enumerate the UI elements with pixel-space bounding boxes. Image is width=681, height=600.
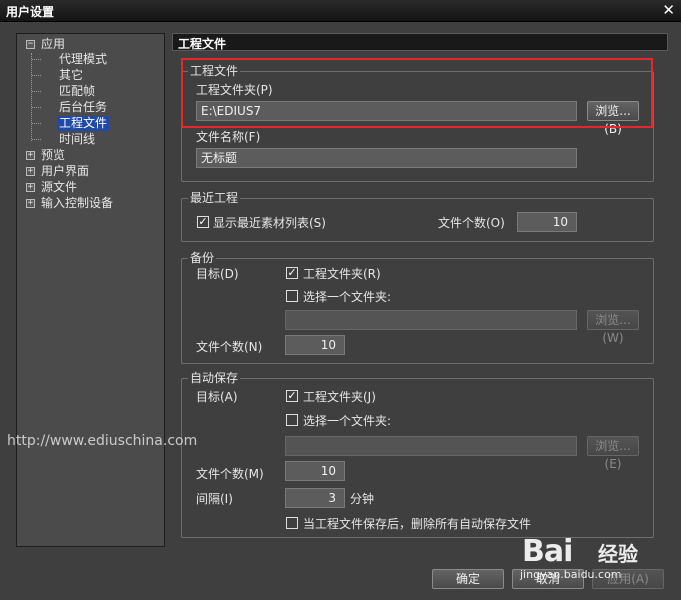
tree-item-other[interactable]: 其它 <box>59 68 83 83</box>
autosave-legend: 自动保存 <box>188 371 241 385</box>
tree-item-match-frame[interactable]: 匹配帧 <box>59 84 95 99</box>
expand-icon[interactable]: + <box>26 183 35 192</box>
tree-item-app[interactable]: 应用 <box>41 37 65 52</box>
tree-line <box>32 139 41 140</box>
backup-choose-folder-label: 选择一个文件夹: <box>303 290 392 304</box>
ok-button[interactable]: 确定 <box>432 569 504 589</box>
interval-unit: 分钟 <box>350 492 375 506</box>
interval-label: 间隔(I) <box>196 492 233 506</box>
close-icon[interactable]: ✕ <box>662 1 675 19</box>
filename-field[interactable]: 无标题 <box>196 148 577 168</box>
autosave-count-label: 文件个数(M) <box>196 467 264 481</box>
tree-item-proxy-mode[interactable]: 代理模式 <box>59 52 107 67</box>
autosave-choose-folder-label: 选择一个文件夹: <box>303 414 392 428</box>
expand-icon[interactable]: + <box>26 151 35 160</box>
autosave-project-folder-label: 工程文件夹(J) <box>303 390 376 404</box>
backup-legend: 备份 <box>188 251 217 265</box>
autosave-choose-folder-checkbox[interactable] <box>286 414 298 426</box>
filename-label: 文件名称(F) <box>196 130 261 144</box>
backup-project-folder-checkbox[interactable]: ✓ <box>286 267 298 279</box>
tree-line <box>31 53 32 141</box>
autosave-project-folder-checkbox[interactable]: ✓ <box>286 390 298 402</box>
tree-item-timeline[interactable]: 时间线 <box>59 132 95 147</box>
backup-folder-field[interactable] <box>285 310 577 330</box>
delete-autosave-label: 当工程文件保存后，删除所有自动保存文件 <box>303 517 532 531</box>
backup-count-field[interactable]: 10 <box>285 335 345 355</box>
autosave-target-label: 目标(A) <box>196 390 238 404</box>
recent-count-label: 文件个数(O) <box>438 216 505 230</box>
expand-icon[interactable]: + <box>26 167 35 176</box>
tree-item-project-file[interactable]: 工程文件 <box>57 116 110 131</box>
tree-line <box>32 107 41 108</box>
recent-projects-legend: 最近工程 <box>188 191 241 205</box>
tree-line <box>32 123 41 124</box>
backup-choose-folder-checkbox[interactable] <box>286 290 298 302</box>
browse-backup-folder-button[interactable]: 浏览...(W) <box>587 310 639 345</box>
backup-count-label: 文件个数(N) <box>196 340 263 354</box>
browse-project-folder-button[interactable]: 浏览...(B) <box>587 101 639 136</box>
recent-count-field[interactable]: 10 <box>517 212 577 232</box>
autosave-count-field[interactable]: 10 <box>285 461 345 481</box>
panel-header: 工程文件 <box>172 33 668 51</box>
expand-icon[interactable]: + <box>26 199 35 208</box>
tree-item-source-file[interactable]: 源文件 <box>41 180 77 195</box>
interval-field[interactable]: 3 <box>285 488 345 508</box>
project-file-legend: 工程文件 <box>188 64 241 78</box>
project-folder-label: 工程文件夹(P) <box>196 83 273 97</box>
backup-target-label: 目标(D) <box>196 267 239 281</box>
delete-autosave-checkbox[interactable] <box>286 517 298 529</box>
tree-item-input-devices[interactable]: 输入控制设备 <box>41 196 113 211</box>
autosave-group <box>181 378 654 538</box>
show-recent-checkbox[interactable]: ✓ <box>197 216 209 228</box>
tree-line <box>32 59 41 60</box>
settings-tree: − 应用 代理模式 其它 匹配帧 后台任务 工程文件 时间线 + 预览 + 用户… <box>16 33 165 547</box>
panel-title: 工程文件 <box>178 37 227 51</box>
project-folder-field[interactable]: E:\EDIUS7 <box>196 101 577 121</box>
baidu-url-watermark: jingyan.baidu.com <box>520 568 622 581</box>
baidu-jingyan-logo: 经验 <box>598 542 638 566</box>
show-recent-label: 显示最近素材列表(S) <box>213 216 326 230</box>
browse-autosave-folder-button[interactable]: 浏览...(E) <box>587 436 639 471</box>
tree-item-preview[interactable]: 预览 <box>41 148 65 163</box>
title-bar: 用户设置 ✕ <box>0 0 681 22</box>
autosave-folder-field[interactable] <box>285 436 577 456</box>
tree-item-user-interface[interactable]: 用户界面 <box>41 164 89 179</box>
tree-line <box>32 91 41 92</box>
backup-project-folder-label: 工程文件夹(R) <box>303 267 381 281</box>
collapse-icon[interactable]: − <box>26 40 35 49</box>
tree-line <box>32 75 41 76</box>
site-watermark: http://www.ediuschina.com <box>7 433 198 449</box>
tree-item-background-tasks[interactable]: 后台任务 <box>59 100 107 115</box>
window-title: 用户设置 <box>6 5 55 19</box>
baidu-logo: Bai <box>522 534 573 569</box>
